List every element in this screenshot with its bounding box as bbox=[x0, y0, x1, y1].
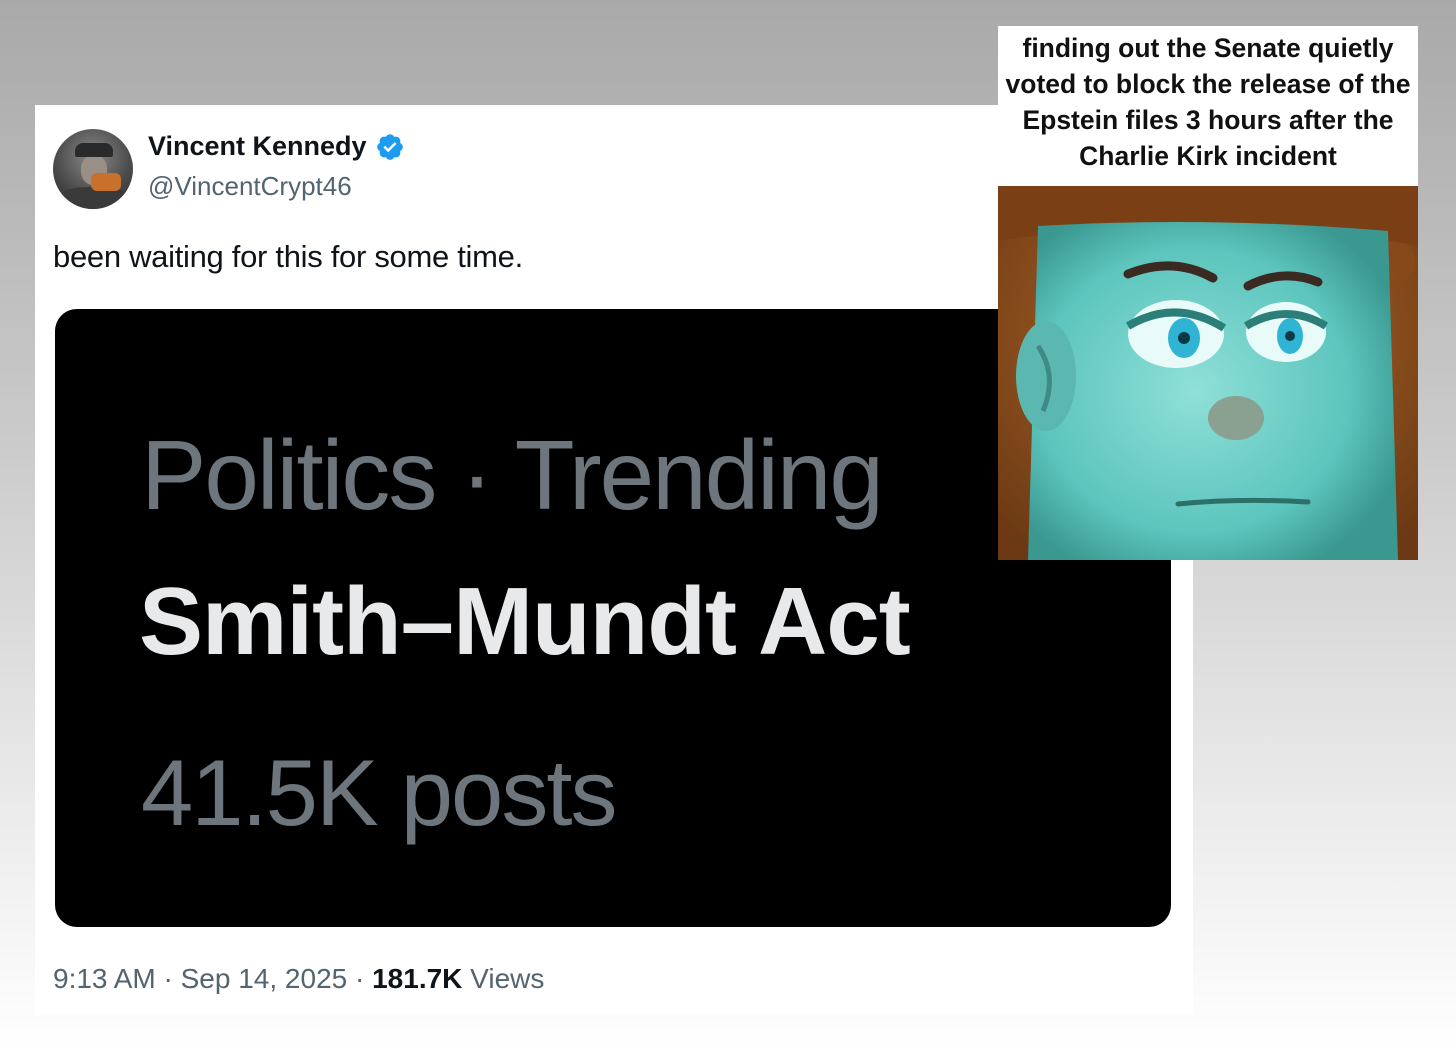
meme-panel: finding out the Senate quietly voted to … bbox=[998, 26, 1418, 560]
avatar-hand bbox=[91, 173, 121, 191]
trend-post-count: 41.5K posts bbox=[141, 740, 617, 845]
meme-caption: finding out the Senate quietly voted to … bbox=[1005, 33, 1411, 171]
tweet-time[interactable]: 9:13 AM bbox=[53, 963, 156, 994]
tweet-footer: 9:13 AM · Sep 14, 2025 · 181.7K Views bbox=[53, 963, 544, 995]
author-display-name[interactable]: Vincent Kennedy bbox=[148, 131, 367, 162]
footer-separator: · bbox=[155, 963, 181, 994]
footer-separator: · bbox=[347, 963, 373, 994]
verified-badge-icon bbox=[376, 133, 403, 160]
avatar[interactable] bbox=[53, 129, 133, 209]
views-label: Views bbox=[462, 963, 545, 994]
views-count: 181.7K bbox=[372, 963, 463, 994]
author-handle[interactable]: @VincentCrypt46 bbox=[148, 171, 352, 202]
trend-category: Politics · Trending bbox=[141, 420, 884, 530]
avatar-hat bbox=[75, 143, 113, 157]
woody-face-icon bbox=[998, 186, 1418, 560]
trend-title: Smith–Mundt Act bbox=[139, 568, 911, 675]
tweet-date[interactable]: Sep 14, 2025 bbox=[181, 963, 348, 994]
author-name-row[interactable]: Vincent Kennedy bbox=[148, 131, 405, 162]
woody-face-illustration bbox=[998, 186, 1418, 560]
tweet-text: been waiting for this for some time. bbox=[53, 239, 523, 274]
